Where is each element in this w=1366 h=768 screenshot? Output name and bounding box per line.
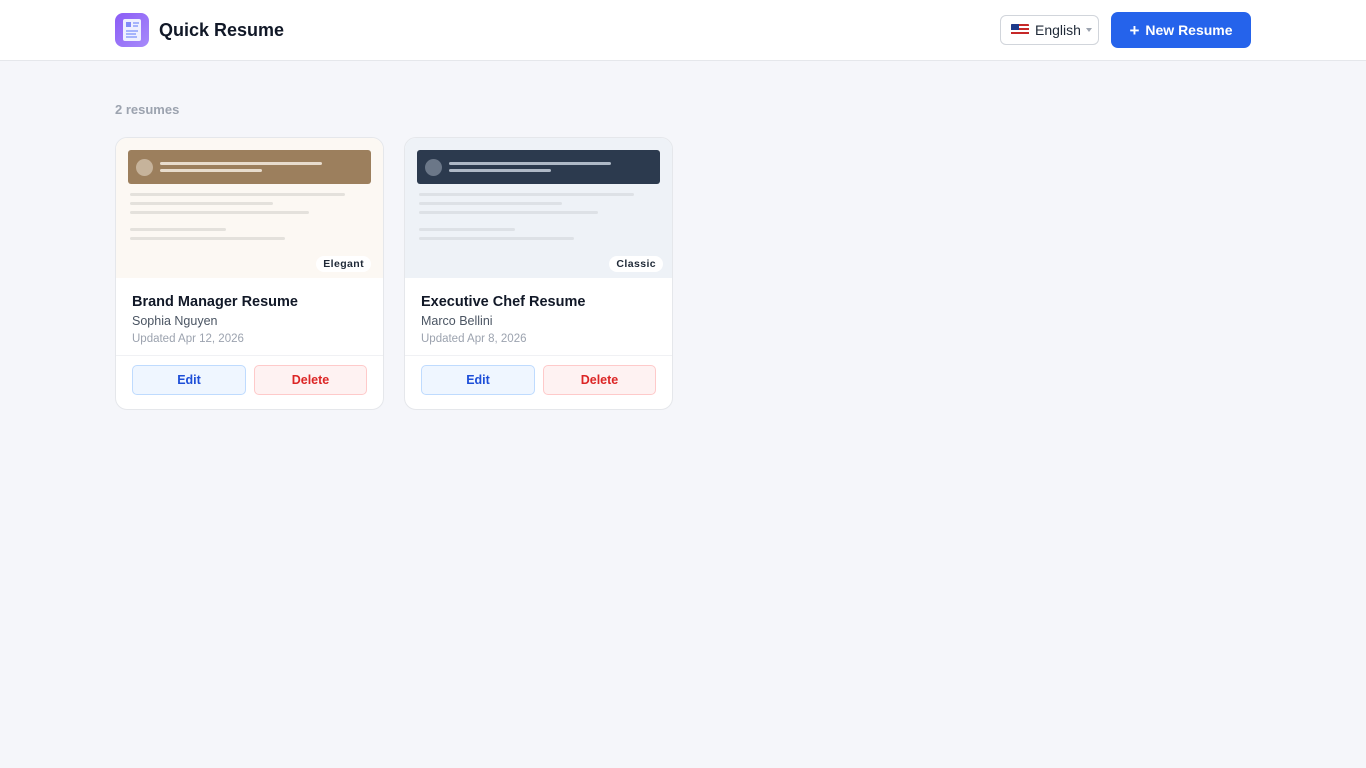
edit-button[interactable]: Edit: [132, 365, 246, 395]
resume-count: 2 resumes: [115, 102, 180, 117]
card-divider: [405, 355, 672, 356]
top-bar: Quick Resume English + New Resume: [0, 0, 1366, 61]
resume-card[interactable]: Classic Executive Chef Resume Marco Bell…: [404, 137, 673, 410]
preview-header-banner: [417, 150, 660, 184]
resume-owner-name: Sophia Nguyen: [132, 314, 218, 328]
resume-preview[interactable]: Elegant: [116, 138, 383, 278]
chevron-down-icon: [1085, 28, 1092, 32]
template-badge: Classic: [609, 256, 663, 272]
new-resume-button[interactable]: + New Resume: [1111, 12, 1251, 48]
new-resume-label: New Resume: [1145, 22, 1233, 38]
resume-title: Brand Manager Resume: [132, 294, 298, 310]
language-label: English: [1035, 22, 1081, 38]
preview-header-banner: [128, 150, 371, 184]
updated-date: Updated Apr 8, 2026: [421, 333, 527, 345]
delete-button[interactable]: Delete: [543, 365, 656, 395]
language-selector[interactable]: English: [1000, 15, 1099, 45]
edit-button[interactable]: Edit: [421, 365, 535, 395]
updated-date: Updated Apr 12, 2026: [132, 333, 244, 345]
card-divider: [116, 355, 383, 356]
plus-icon: +: [1129, 20, 1140, 40]
resume-title: Executive Chef Resume: [421, 294, 586, 310]
app-title: Quick Resume: [159, 20, 285, 40]
resume-card[interactable]: Elegant Brand Manager Resume Sophia Nguy…: [115, 137, 384, 410]
resume-owner-name: Marco Bellini: [421, 314, 493, 328]
resume-preview[interactable]: Classic: [405, 138, 672, 278]
template-badge: Elegant: [316, 256, 371, 272]
delete-button[interactable]: Delete: [254, 365, 367, 395]
resume-document-icon: [115, 13, 149, 47]
us-flag-icon: [1011, 24, 1029, 36]
